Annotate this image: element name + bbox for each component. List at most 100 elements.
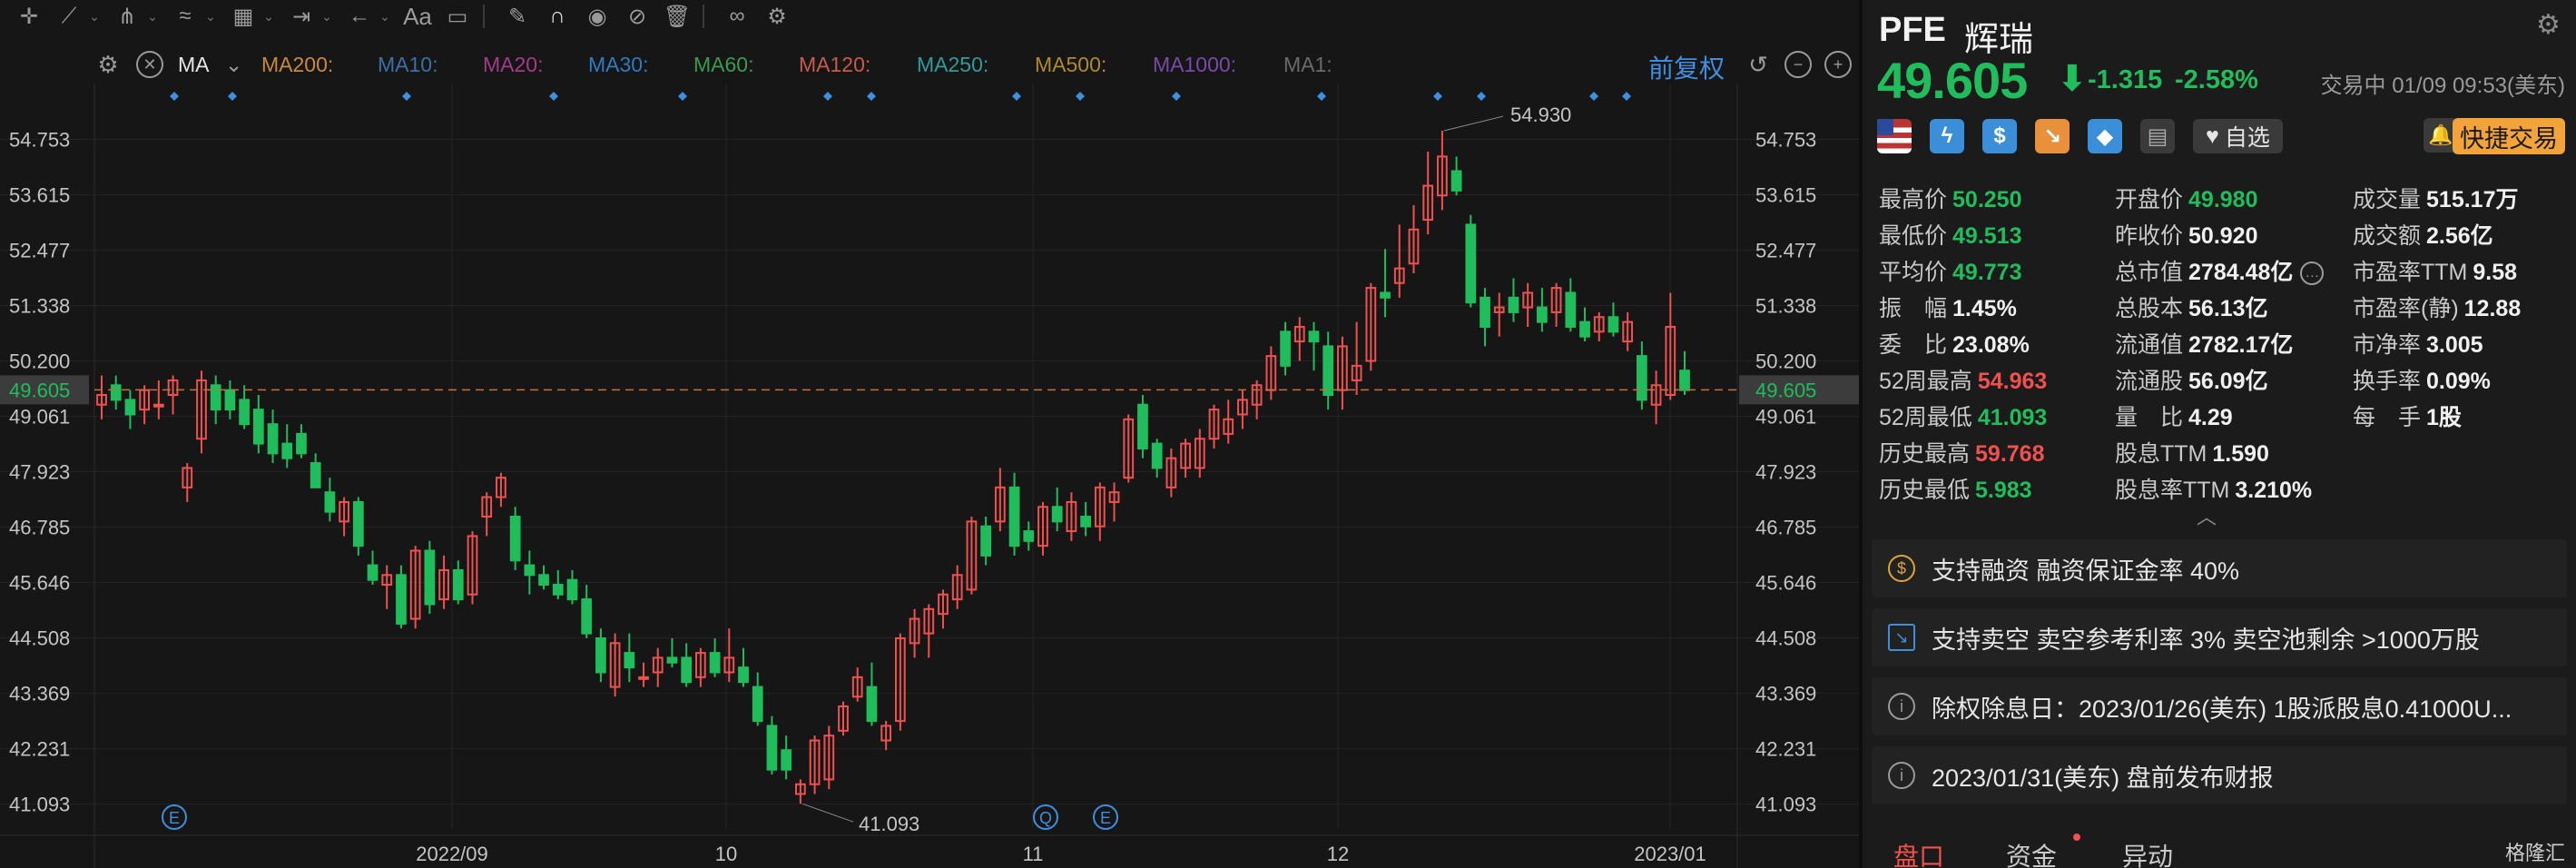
- trend-down-icon[interactable]: ↘: [2035, 119, 2070, 153]
- candle-body: [709, 652, 721, 674]
- margin-financing-card[interactable]: $ 支持融资 融资保证金率 40%: [1872, 539, 2567, 597]
- candle-body: [310, 462, 321, 488]
- us-flag-icon[interactable]: [1877, 119, 1912, 153]
- x-axis-tick-label: 12: [1327, 843, 1349, 865]
- price-adjust-toggle[interactable]: 前复权: [1648, 49, 1725, 85]
- card-text: 支持卖空 卖空参考利率 3% 卖空池剩余 >1000万股: [1932, 626, 2480, 654]
- event-diamond-icon: [678, 92, 687, 101]
- stat-value: 59.768: [1975, 441, 2045, 467]
- close-icon[interactable]: ✕: [136, 51, 163, 78]
- tab-movement[interactable]: 异动: [2122, 837, 2173, 868]
- annotation-leader: [1443, 115, 1504, 132]
- stat-52w-low: 52周最低 41.093: [1879, 399, 2047, 432]
- pitchfork-icon[interactable]: ⋔: [111, 0, 143, 33]
- stat-market-cap: 总市值 2784.48亿…: [2115, 254, 2325, 287]
- candlestick-chart[interactable]: 54.753 54.753 53.615 53.615 52.477 52.477 51.3…: [0, 84, 1859, 868]
- stat-label: 每 手: [2353, 405, 2422, 430]
- y-axis-tick-label: 45.646: [1755, 572, 1816, 595]
- candle-body: [324, 491, 336, 513]
- undo-icon[interactable]: ↺: [1745, 51, 1772, 78]
- candle-body: [624, 652, 635, 669]
- dividend-card[interactable]: i 除权除息日：2023/01/26(美东) 1股派股息0.41000U...: [1872, 677, 2567, 735]
- y-axis-tick-label: 42.231: [1755, 738, 1816, 761]
- text-icon[interactable]: Aa: [401, 0, 434, 33]
- chevron-up-icon[interactable]: ︿: [2197, 501, 2217, 530]
- candle-body: [367, 564, 379, 581]
- add-to-watchlist-button[interactable]: ♥ 自选: [2193, 119, 2283, 153]
- candle-body: [752, 686, 763, 723]
- stat-value: 50.250: [1952, 187, 2022, 212]
- chevron-down-icon[interactable]: ⌄: [202, 0, 220, 33]
- magnet-icon[interactable]: ∩: [541, 0, 574, 33]
- crosshair-icon[interactable]: ✛: [13, 0, 45, 33]
- wave-icon[interactable]: ≈: [169, 0, 202, 33]
- measure-icon[interactable]: ⇥: [285, 0, 318, 33]
- chevron-down-icon[interactable]: ⌄: [318, 0, 336, 33]
- chevron-down-icon[interactable]: ⌄: [225, 53, 242, 77]
- indicator-selector[interactable]: MA: [178, 53, 210, 77]
- trash-icon[interactable]: 🗑: [661, 0, 693, 33]
- y-axis-tick-label: 50.200: [9, 350, 70, 372]
- candle-body: [424, 549, 436, 606]
- stat-turnover-rate: 换手率 0.09%: [2353, 363, 2491, 396]
- chevron-down-icon[interactable]: ⌄: [376, 0, 394, 33]
- stat-total-shares: 总股本 56.13亿: [2115, 291, 2268, 323]
- watchlist-label: 自选: [2224, 125, 2270, 151]
- chevron-down-icon[interactable]: ⌄: [143, 0, 162, 33]
- short-selling-card[interactable]: ↘ 支持卖空 卖空参考利率 3% 卖空池剩余 >1000万股: [1872, 608, 2567, 666]
- event-diamond-icon: [823, 92, 832, 101]
- heart-icon: ♥: [2206, 123, 2219, 149]
- comment-icon[interactable]: ▭: [441, 0, 474, 33]
- tag-icon[interactable]: ◆: [2088, 119, 2122, 153]
- candle-body: [1450, 170, 1462, 192]
- arrow-down-icon: ⬇: [2057, 59, 2088, 99]
- low-annotation: 41.093: [859, 813, 919, 835]
- eye-icon[interactable]: ◉: [581, 0, 614, 33]
- chevron-down-icon[interactable]: ⌄: [85, 0, 103, 33]
- candle-body: [267, 423, 279, 455]
- stat-value: 49.980: [2188, 187, 2258, 212]
- gear-icon[interactable]: ⚙: [761, 0, 793, 33]
- lightning-icon[interactable]: ϟ: [1930, 119, 1964, 153]
- stat-value: 56.13亿: [2188, 296, 2268, 321]
- fibonacci-icon[interactable]: ▦: [227, 0, 260, 33]
- stat-label: 流通值: [2115, 332, 2184, 358]
- y-axis-tick-label: 53.615: [9, 183, 70, 206]
- candle-body: [566, 578, 578, 601]
- toolbar-divider: [483, 5, 485, 28]
- more-icon[interactable]: …: [2300, 261, 2325, 286]
- candle-body: [781, 749, 792, 771]
- dollar-icon[interactable]: $: [1982, 119, 2017, 153]
- line-tool-icon[interactable]: ⟋: [53, 0, 85, 33]
- document-icon[interactable]: ▤: [2140, 119, 2175, 153]
- tab-capital-flow[interactable]: 资金: [2006, 837, 2057, 868]
- event-diamond-icon: [1317, 92, 1326, 101]
- gear-icon[interactable]: ⚙: [2536, 9, 2567, 40]
- feature-icon-row: ϟ $ ↘ ◆ ▤ ♥ 自选: [1877, 116, 2283, 156]
- event-diamond-icon: [1076, 92, 1085, 101]
- pen-icon[interactable]: ✎: [501, 0, 534, 33]
- zoom-out-icon[interactable]: −: [1785, 51, 1812, 78]
- earnings-card[interactable]: i 2023/01/31(美东) 盘前发布财报: [1872, 746, 2567, 804]
- last-price: 49.605: [1877, 52, 2028, 109]
- y-axis-tick-label: 43.369: [9, 683, 70, 705]
- event-marker-label: Q: [1039, 809, 1052, 827]
- chevron-down-icon[interactable]: ⌄: [260, 0, 278, 33]
- stat-pe-ttm: 市盈率TTM 9.58: [2353, 254, 2517, 287]
- candle-body: [1636, 355, 1647, 401]
- arrow-icon[interactable]: ←: [343, 0, 376, 33]
- tab-order-book[interactable]: 盘口: [1893, 837, 1944, 868]
- stat-volume: 成交量 515.17万: [2353, 182, 2518, 214]
- hide-icon[interactable]: ⊘: [621, 0, 654, 33]
- stat-open: 开盘价 49.980: [2115, 182, 2257, 214]
- link-icon[interactable]: ∞: [721, 0, 753, 33]
- zoom-in-icon[interactable]: +: [1824, 51, 1852, 78]
- indicator-settings-icon[interactable]: ⚙: [94, 51, 122, 78]
- annotation-leader: [801, 803, 854, 823]
- watermark-logo: 格隆汇: [2504, 842, 2565, 864]
- stat-label: 历史最高: [1879, 441, 1971, 467]
- ma-label: MA200:: [261, 53, 334, 76]
- ma-label: MA10:: [378, 53, 438, 76]
- quick-trade-button[interactable]: 快捷交易: [2453, 118, 2565, 154]
- indicator-bar: ⚙ ✕ MA ⌄ MA200: MA10: MA20: MA30: MA60: …: [0, 47, 1859, 84]
